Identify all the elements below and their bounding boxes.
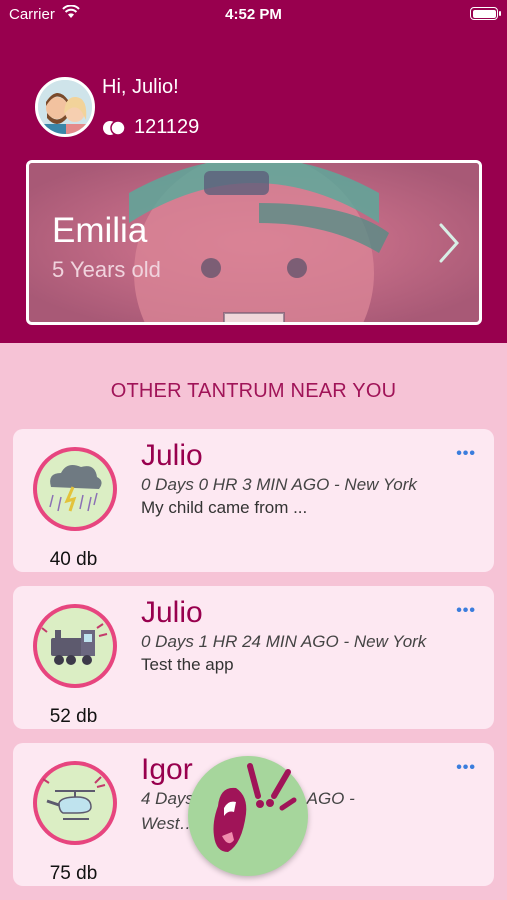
train-icon	[33, 604, 117, 688]
author-name: Julio	[141, 439, 203, 472]
post-meta: 0 Days 1 HR 24 MIN AGO - New York	[141, 632, 427, 651]
header: Carrier 4:52 PM Hi, Julio! 121129 Emilia…	[0, 0, 507, 343]
post-meta: 0 Days 0 HR 3 MIN AGO - New York	[141, 475, 417, 494]
coin-balance: 121129	[102, 116, 199, 139]
record-tantrum-button[interactable]	[188, 756, 308, 876]
clock: 4:52 PM	[225, 6, 282, 23]
post-description: Test the app	[141, 655, 234, 674]
status-bar: Carrier 4:52 PM	[0, 0, 507, 28]
more-options-button[interactable]: •••	[456, 759, 476, 777]
tantrum-card[interactable]: 52 db Julio 0 Days 1 HR 24 MIN AGO - New…	[13, 586, 494, 729]
user-avatar[interactable]	[35, 77, 95, 137]
greeting-text: Hi, Julio!	[102, 76, 179, 98]
post-description: My child came from ...	[141, 498, 308, 517]
battery-icon	[470, 7, 501, 20]
coin-count: 121129	[134, 116, 200, 138]
child-profile-card[interactable]: Emilia 5 Years old	[26, 160, 482, 325]
decibel-level: 40 db	[49, 549, 98, 570]
more-options-button[interactable]: •••	[456, 445, 476, 463]
chevron-right-icon	[439, 223, 460, 263]
more-options-button[interactable]: •••	[456, 602, 476, 620]
screaming-mouth-icon	[213, 763, 297, 852]
helicopter-icon	[33, 761, 117, 845]
section-title: OTHER TANTRUM NEAR YOU	[110, 380, 397, 402]
author-name: Julio	[141, 596, 203, 629]
decibel-level: 52 db	[49, 706, 98, 727]
child-name: Emilia	[52, 211, 148, 250]
coins-icon	[103, 119, 126, 136]
child-age: 5 Years old	[52, 257, 161, 282]
author-name: Igor	[141, 753, 193, 786]
storm-cloud-icon	[33, 447, 117, 531]
decibel-level: 75 db	[49, 863, 98, 884]
tantrum-card[interactable]: 40 db Julio 0 Days 0 HR 3 MIN AGO - New …	[13, 429, 494, 572]
